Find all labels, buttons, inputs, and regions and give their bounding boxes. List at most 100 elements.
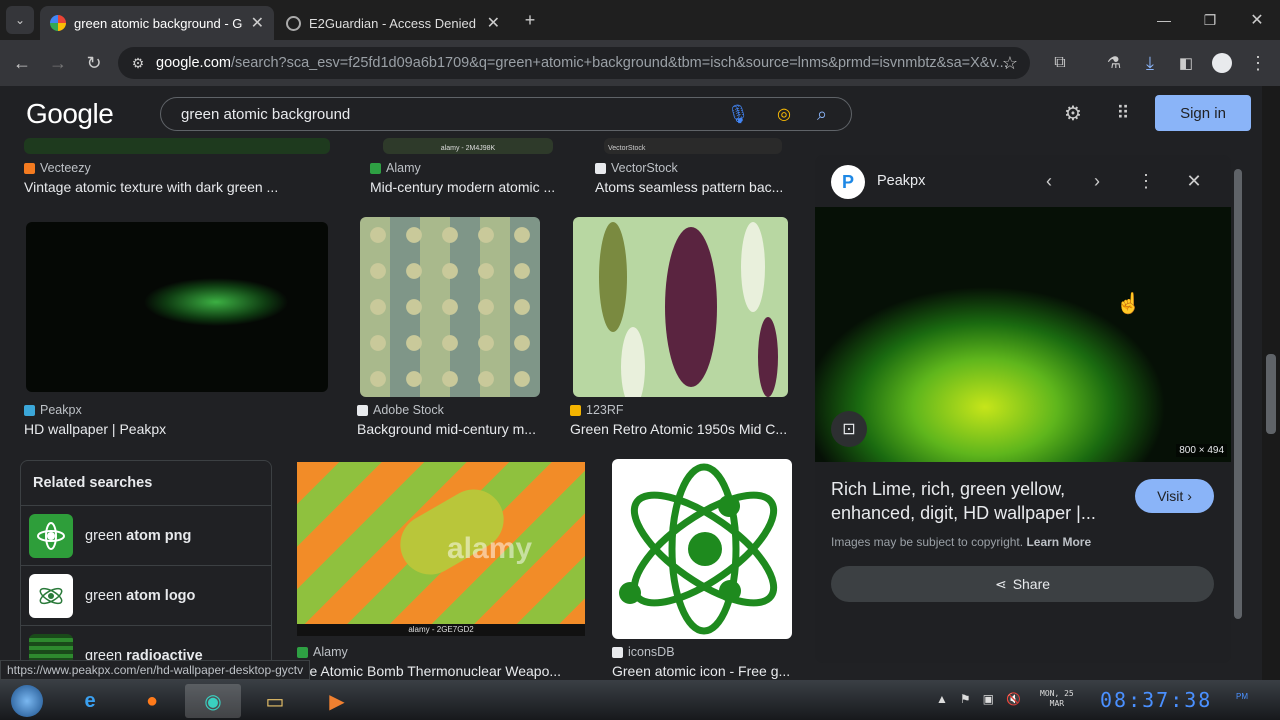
copyright-notice: Images may be subject to copyright. Lear… [831,535,1092,549]
related-searches-card: Related searches green atom png green at… [20,460,272,680]
minimize-icon[interactable]: — [1150,6,1178,34]
iconsdb-favicon-icon [612,646,623,658]
tab-google-search[interactable]: green atomic background - Go ✕ [40,6,274,40]
more-options-icon[interactable]: ⋮ [1132,167,1160,195]
result-source: 123RF [570,403,624,417]
url-host: google.com [156,55,231,71]
result-image-atom-icon[interactable] [612,459,792,639]
chrome-taskbar-icon[interactable]: ◉ [185,684,241,718]
download-icon[interactable]: ⤓ [1136,49,1164,77]
leaf-pattern-graphic [599,222,778,397]
result-source: Alamy [297,645,348,659]
google-logo[interactable]: Google [26,98,114,130]
chevron-right-icon: › [1187,488,1192,504]
network-icon[interactable]: ▣ [983,692,994,706]
123rf-favicon-icon [570,404,581,416]
vecteezy-favicon-icon [24,162,35,174]
peakpx-logo-icon[interactable]: P [831,165,865,199]
result-source: VectorStock [595,161,678,175]
lens-search-icon[interactable]: ⊡ [831,411,867,447]
status-bar-url: https://www.peakpx.com/en/hd-wallpaper-d… [0,660,311,680]
system-tray: ▲ ⚑ ▣ 🔇 [936,692,1021,706]
share-icon: ⋖ [994,575,1007,592]
settings-gear-icon[interactable]: ⚙ [1059,99,1087,127]
close-tab-icon[interactable]: ✕ [251,13,264,33]
menu-kebab-icon[interactable]: ⋮ [1244,49,1272,77]
clock-time[interactable]: 08:37:38 [1100,688,1212,712]
alamy-favicon-icon [370,162,381,174]
reload-icon[interactable]: ↻ [80,49,108,77]
search-icon[interactable]: ⌕ [808,100,836,128]
result-image-atomic-bomb[interactable]: alamy alamy - 2GE7GD2 [297,462,585,636]
firefox-icon[interactable]: ● [124,684,180,718]
forward-icon[interactable]: → [44,49,72,77]
voice-search-icon[interactable]: 🎙 [724,100,752,128]
result-title[interactable]: Green Retro Atomic 1950s Mid C... [570,421,795,437]
media-player-icon[interactable]: ▶ [309,684,365,718]
result-title[interactable]: Green atomic icon - Free g... [612,663,797,679]
image-dimensions: 800 × 494 [1176,444,1227,457]
scroll-thumb[interactable] [1266,354,1276,434]
atom-icon [619,463,778,635]
result-source: Vecteezy [24,161,91,175]
result-image[interactable]: alamy - 2M4J98K [383,138,553,154]
back-icon[interactable]: ← [8,49,36,77]
address-bar[interactable]: google.com/search?sca_esv=f25fd1d09a6b17… [118,47,1030,79]
result-title[interactable]: Mid-century modern atomic ... [370,179,570,195]
result-title[interactable]: rge Atomic Bomb Thermonuclear Weapo... [297,663,587,679]
atom-logo-thumb-icon [29,573,73,618]
result-image-green-wallpaper[interactable] [26,222,328,392]
sign-in-button[interactable]: Sign in [1155,95,1251,131]
tab-e2guardian[interactable]: E2Guardian - Access Denied ✕ [276,6,510,40]
learn-more-link[interactable]: Learn More [1026,535,1091,549]
previous-icon[interactable]: ‹ [1035,167,1063,195]
apps-grid-icon[interactable]: ⠿ [1109,99,1137,127]
related-item[interactable]: green atom png [21,505,271,565]
windows-orb-icon [11,685,43,717]
next-icon[interactable]: › [1083,167,1111,195]
result-title[interactable]: Atoms seamless pattern bac... [595,179,795,195]
action-center-flag-icon[interactable]: ⚑ [960,692,971,706]
result-title[interactable]: Vintage atomic texture with dark green .… [24,179,324,195]
close-panel-icon[interactable]: ✕ [1180,167,1208,195]
result-source: Peakpx [24,403,82,417]
site-info-icon[interactable]: ⚙ [124,49,152,77]
panel-image-title[interactable]: Rich Lime, rich, green yellow, enhanced,… [831,477,1111,525]
result-image-retro-pattern[interactable] [360,217,540,397]
visit-button[interactable]: Visit › [1135,479,1214,513]
volume-muted-icon[interactable]: 🔇 [1006,692,1021,706]
result-image-leaf-pattern[interactable] [573,217,788,397]
close-tab-icon[interactable]: ✕ [487,13,500,33]
related-item[interactable]: green atom logo [21,565,271,625]
bookmark-star-icon[interactable]: ☆ [996,49,1024,77]
close-window-icon[interactable]: ✕ [1243,6,1271,34]
show-hidden-icons-icon[interactable]: ▲ [936,692,948,706]
restore-icon[interactable]: ❐ [1196,6,1224,34]
result-source: Alamy [370,161,421,175]
result-image[interactable] [24,138,330,154]
adobe-stock-favicon-icon [357,404,368,416]
panel-scrollbar[interactable] [1231,155,1245,663]
file-explorer-icon[interactable]: ▭ [247,684,303,718]
lens-icon[interactable]: ◎ [770,100,798,128]
result-source: iconsDB [612,645,675,659]
globe-icon [286,15,301,31]
panel-site-name[interactable]: Peakpx [877,173,925,189]
preview-image[interactable]: ⊡ 800 × 494 [815,207,1231,462]
extensions-icon[interactable]: ⧉ [1046,49,1074,77]
start-button[interactable] [0,684,54,718]
new-tab-icon[interactable]: + [516,6,544,34]
tab-title: green atomic background - Go [74,15,243,31]
tab-search-button[interactable]: ⌄ [6,6,34,34]
profile-avatar-icon[interactable] [1208,49,1236,77]
result-title[interactable]: Background mid-century m... [357,421,547,437]
labs-flask-icon[interactable]: ⚗ [1100,49,1128,77]
watermark: VectorStock [608,145,646,152]
share-button[interactable]: ⋖ Share [831,566,1214,602]
page-scrollbar[interactable] [1262,86,1280,680]
scroll-thumb[interactable] [1234,169,1242,619]
side-panel-icon[interactable]: ◧ [1172,49,1200,77]
result-image[interactable]: VectorStock [604,138,782,154]
result-title[interactable]: HD wallpaper | Peakpx [24,421,324,437]
internet-explorer-icon[interactable]: e [62,684,118,718]
